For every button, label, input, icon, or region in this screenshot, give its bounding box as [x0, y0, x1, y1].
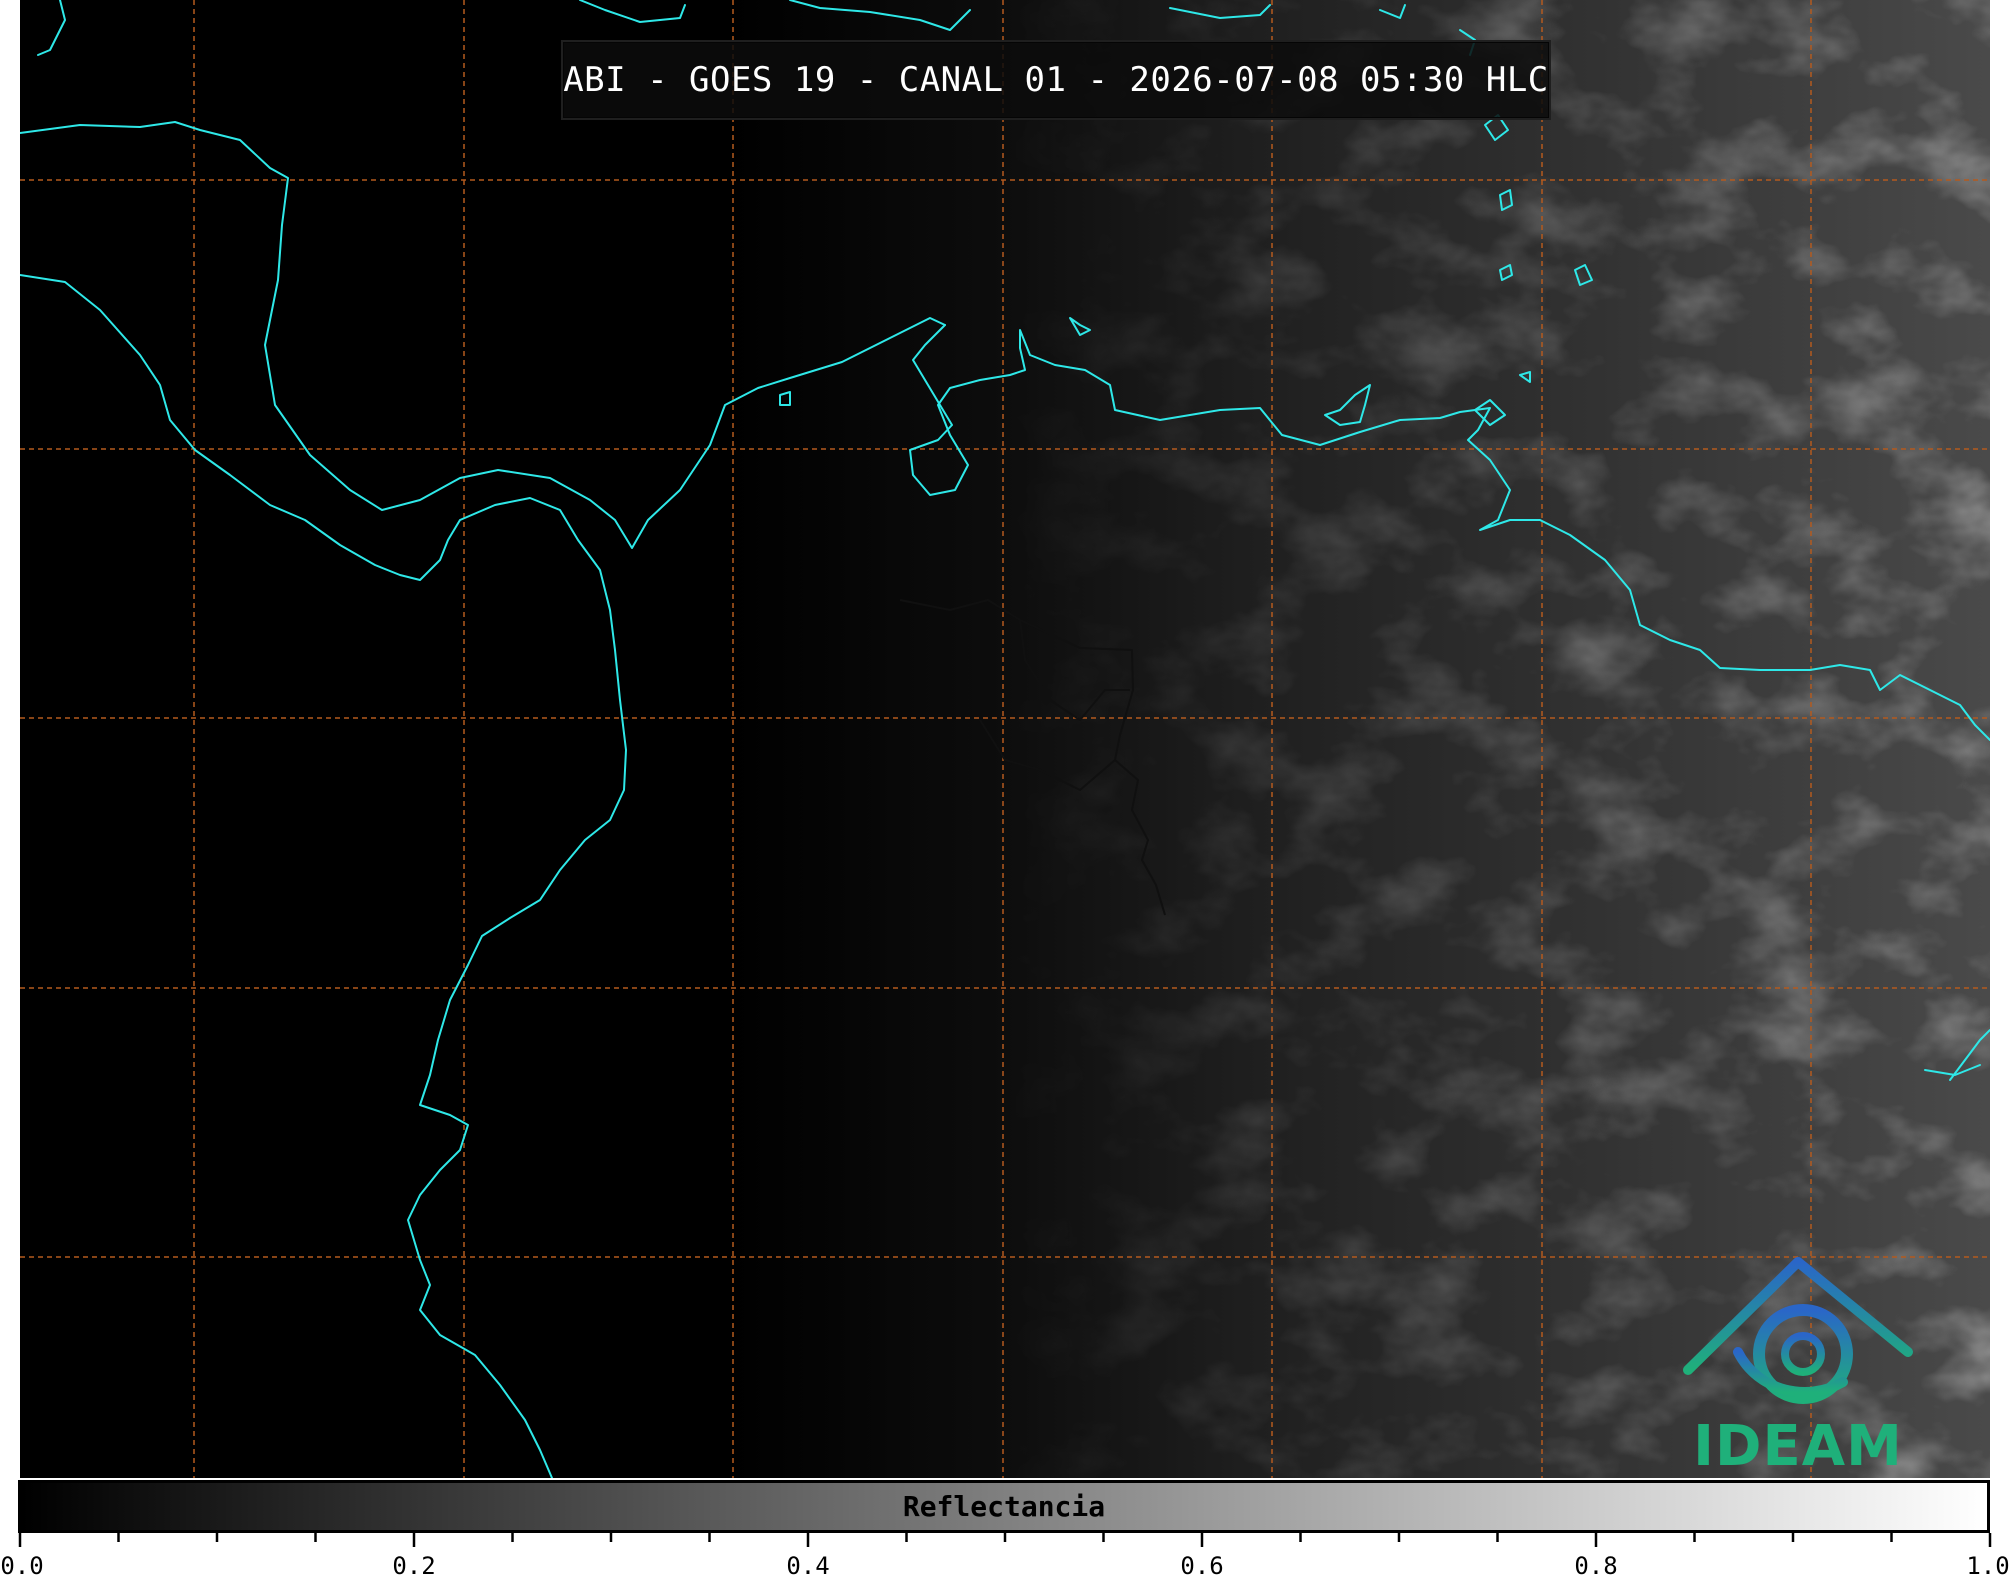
colorbar-tick-label: 0.6	[1180, 1552, 1224, 1580]
map-title-box: ABI - GOES 19 - CANAL 01 - 2026-07-08 05…	[561, 40, 1551, 120]
colorbar-tick-label: 0.8	[1574, 1552, 1618, 1580]
colorbar-tick-label: 0.2	[392, 1552, 436, 1580]
colorbar-tick-label: 0.4	[786, 1552, 830, 1580]
colorbar: Reflectancia	[18, 1480, 1990, 1533]
logo-text: IDEAM	[1693, 1414, 1903, 1478]
colorbar-tick-label: 0.0	[0, 1552, 44, 1580]
ideam-logo: IDEAM	[1678, 1252, 1918, 1478]
colorbar-label: Reflectancia	[902, 1490, 1106, 1523]
map-title: ABI - GOES 19 - CANAL 01 - 2026-07-08 05…	[563, 60, 1549, 100]
colorbar-tick-label: 1.0	[1966, 1552, 2010, 1580]
satellite-map[interactable]: ABI - GOES 19 - CANAL 01 - 2026-07-08 05…	[20, 0, 1990, 1478]
